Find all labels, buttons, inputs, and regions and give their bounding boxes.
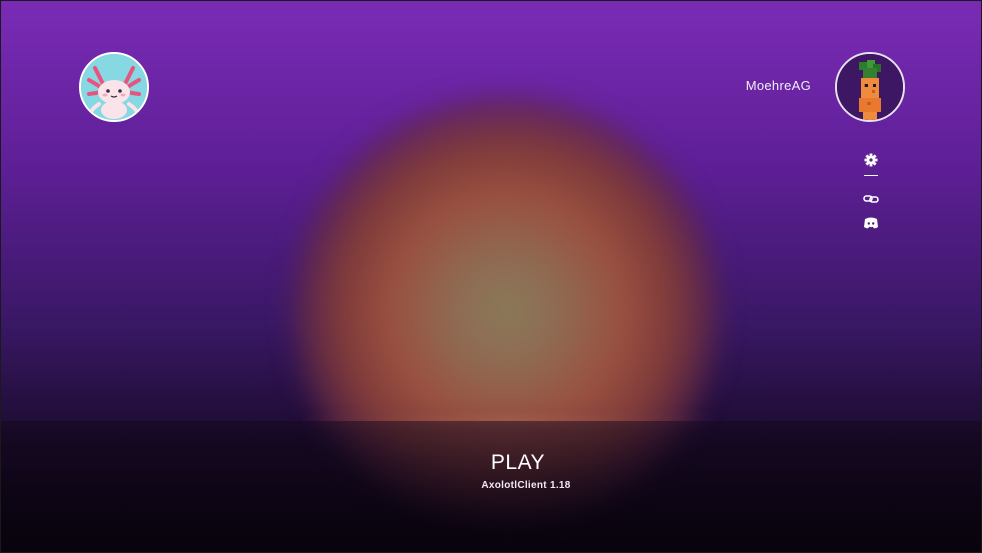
side-menu [861, 151, 881, 238]
player-skin-graphic [837, 54, 903, 120]
launcher-window: MoehreAG PLAY AxolotlClient 1.18 [0, 0, 982, 553]
client-version-label: AxolotlClient 1.18 [481, 480, 571, 491]
play-button[interactable]: PLAY [441, 451, 595, 475]
axolotl-logo-icon[interactable] [79, 52, 149, 122]
gear-icon[interactable] [861, 151, 881, 169]
link-icon[interactable] [861, 190, 881, 208]
axolotl-logo-graphic [81, 54, 147, 120]
player-skin-avatar-icon[interactable] [835, 52, 905, 122]
side-menu-divider [864, 175, 878, 176]
username-label[interactable]: MoehreAG [711, 78, 811, 93]
discord-icon[interactable] [861, 214, 881, 232]
